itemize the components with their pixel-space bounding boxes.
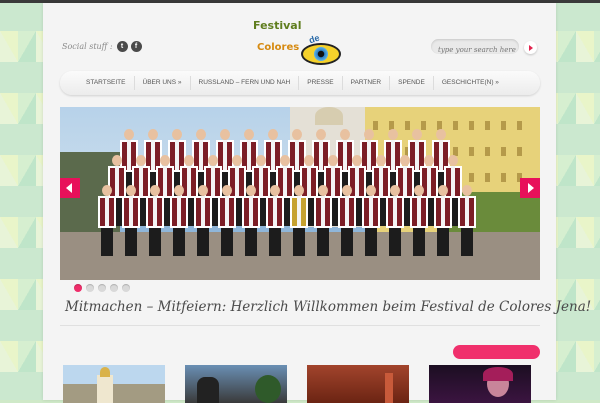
choir-singer <box>362 185 380 256</box>
building-window <box>517 147 522 156</box>
search-submit-button[interactable] <box>524 41 537 54</box>
choir-singer <box>218 185 236 256</box>
site-logo[interactable]: Festival de Colores <box>253 17 345 73</box>
choir-singer <box>338 185 356 256</box>
choir-singer <box>290 185 308 256</box>
choir-singer <box>314 185 332 256</box>
slider-dot-1[interactable] <box>74 284 82 292</box>
slider-prev-button[interactable] <box>60 178 80 198</box>
choir-singer <box>266 185 284 256</box>
search-box <box>431 39 519 58</box>
chevron-left-icon <box>66 183 72 193</box>
thumb-spire <box>385 373 393 403</box>
nav-item-spende[interactable]: SPENDE <box>390 76 434 90</box>
choir-singer <box>146 185 164 256</box>
welcome-tagline: Mitmachen – Mitfeiern: Herzlich Willkomm… <box>65 299 592 315</box>
thumbnail-2[interactable] <box>185 365 287 403</box>
slider-dot-4[interactable] <box>110 284 118 292</box>
image-slider[interactable] <box>60 107 540 280</box>
slider-next-button[interactable] <box>520 178 540 198</box>
building-window <box>501 121 506 130</box>
choir-singer <box>434 185 452 256</box>
section-action-button[interactable] <box>453 345 540 359</box>
choir-singer <box>386 185 404 256</box>
slider-pagination <box>74 284 134 292</box>
social-links: Social stuff : t f <box>62 41 145 52</box>
choir-singer <box>242 185 260 256</box>
facebook-icon[interactable]: f <box>130 41 142 52</box>
chevron-right-icon <box>528 183 534 193</box>
choir-singer <box>170 185 188 256</box>
slider-dot-5[interactable] <box>122 284 130 292</box>
nav-item-presse[interactable]: PRESSE <box>299 76 343 90</box>
nav-item-startseite[interactable]: STARTSEITE <box>78 76 135 90</box>
main-navigation: STARTSEITE ÜBER UNS » RUSSLAND – FERN UN… <box>60 71 540 95</box>
thumbnail-4[interactable] <box>429 365 531 403</box>
choir-singer <box>194 185 212 256</box>
nav-item-russland[interactable]: RUSSLAND – FERN UND NAH <box>191 76 300 90</box>
slider-dot-2[interactable] <box>86 284 94 292</box>
twitter-icon[interactable]: t <box>116 41 128 52</box>
logo-text-festival: Festival <box>253 19 302 32</box>
search-input[interactable] <box>431 42 518 58</box>
nav-item-ueber-uns[interactable]: ÜBER UNS » <box>135 76 191 90</box>
divider <box>60 325 540 326</box>
choir-singer <box>458 185 476 256</box>
choir-singer <box>122 185 140 256</box>
logo-iris <box>314 47 328 61</box>
thumb-tower <box>97 367 113 403</box>
slider-dot-3[interactable] <box>98 284 106 292</box>
choir-singer <box>410 185 428 256</box>
building-window <box>501 147 506 156</box>
arrow-right-icon <box>528 44 533 51</box>
slide-dome <box>315 107 343 125</box>
building-window <box>501 173 506 182</box>
thumb-figure <box>197 377 219 403</box>
thumb-portrait <box>483 367 513 397</box>
page-container: Social stuff : t f Festival de Colores S… <box>43 3 592 403</box>
social-label: Social stuff : <box>62 42 113 51</box>
logo-text-colores: Colores <box>257 42 300 53</box>
slide-choir-photo <box>98 129 488 279</box>
thumbnail-3[interactable] <box>307 365 409 403</box>
thumb-tree <box>255 375 281 403</box>
nav-item-partner[interactable]: PARTNER <box>343 76 391 90</box>
thumbnail-1[interactable] <box>63 365 165 403</box>
choir-singer <box>98 185 116 256</box>
building-window <box>517 121 522 130</box>
nav-item-geschichten[interactable]: GESCHICHTE(N) » <box>434 76 507 90</box>
